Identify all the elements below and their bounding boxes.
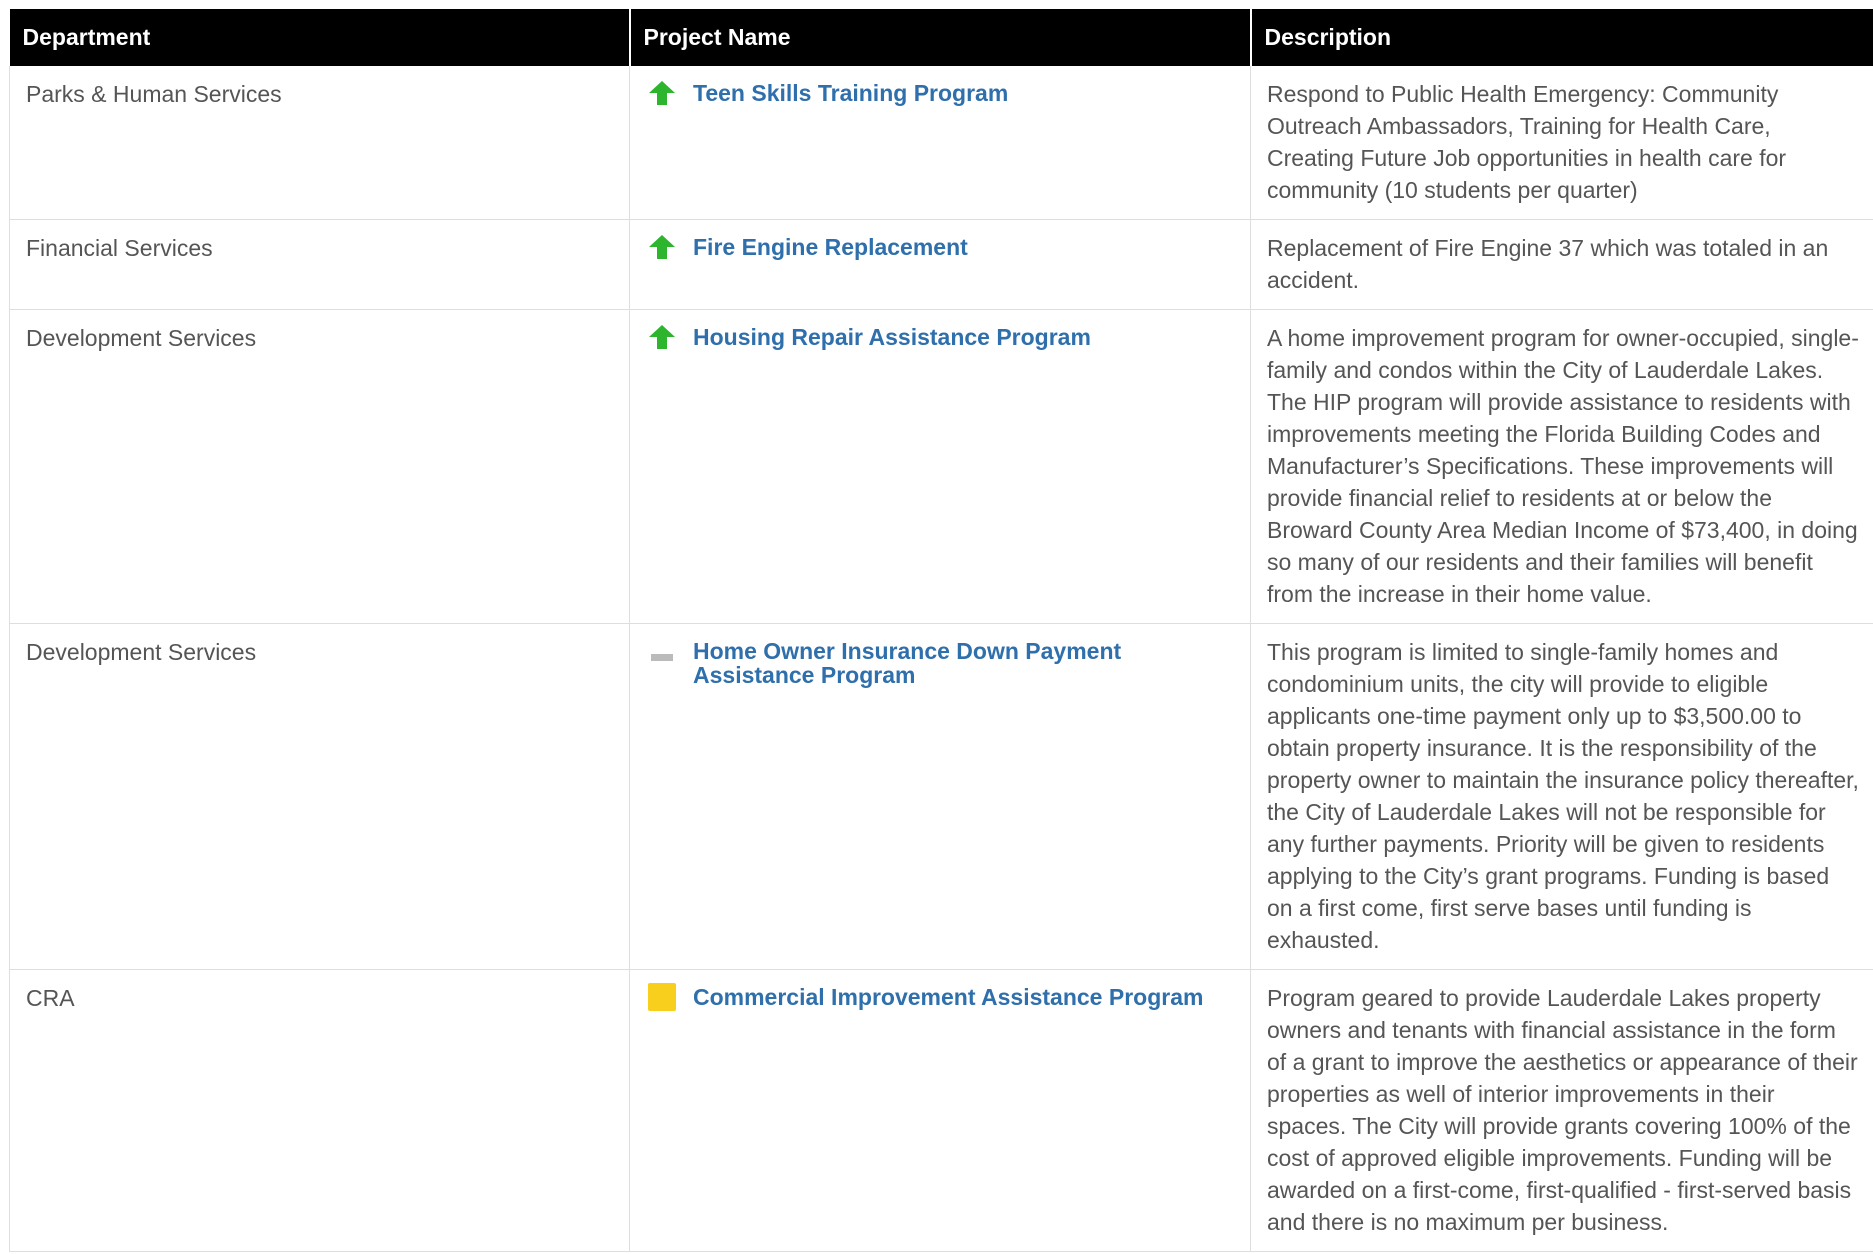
table-row: Parks & Human Services Teen Skills Train… (9, 66, 1873, 220)
square-icon (648, 983, 676, 1011)
description-cell: This program is limited to single-family… (1250, 623, 1873, 970)
project-cell: Fire Engine Replacement (629, 219, 1251, 310)
table-row: Development Services Home Owner Insuranc… (9, 623, 1873, 970)
description-cell: Program geared to provide Lauderdale Lak… (1250, 969, 1873, 1252)
header-row: Department Project Name Description (9, 9, 1873, 66)
table-row: Development Services Housing Repair Assi… (9, 309, 1873, 624)
department-cell: Parks & Human Services (9, 66, 630, 220)
project-cell: Housing Repair Assistance Program (629, 309, 1251, 624)
projects-table: Department Project Name Description Park… (9, 9, 1873, 1252)
description-cell: Replacement of Fire Engine 37 which was … (1250, 219, 1873, 310)
arrow-up-icon (648, 323, 676, 351)
project-link[interactable]: Fire Engine Replacement (693, 233, 968, 259)
description-cell: A home improvement program for owner-occ… (1250, 309, 1873, 624)
project-cell: Teen Skills Training Program (629, 66, 1251, 220)
table-body: Parks & Human Services Teen Skills Train… (9, 66, 1873, 1252)
department-cell: Development Services (9, 309, 630, 624)
arrow-up-icon (648, 233, 676, 261)
project-link[interactable]: Teen Skills Training Program (693, 79, 1008, 105)
table-header: Department Project Name Description (9, 9, 1873, 66)
arrow-up-icon (648, 79, 676, 107)
table-row: CRA Commercial Improvement Assistance Pr… (9, 969, 1873, 1252)
table-row: Financial Services Fire Engine Replaceme… (9, 219, 1873, 310)
project-link[interactable]: Home Owner Insurance Down Payment Assist… (693, 637, 1234, 687)
dash-icon (648, 637, 676, 665)
description-cell: Respond to Public Health Emergency: Comm… (1250, 66, 1873, 220)
header-description[interactable]: Description (1250, 9, 1873, 66)
projects-table-container: Department Project Name Description Park… (9, 9, 1873, 1252)
header-department[interactable]: Department (9, 9, 631, 66)
department-cell: CRA (9, 969, 630, 1252)
project-link[interactable]: Commercial Improvement Assistance Progra… (693, 983, 1203, 1009)
project-link[interactable]: Housing Repair Assistance Program (693, 323, 1091, 349)
project-cell: Commercial Improvement Assistance Progra… (629, 969, 1251, 1252)
department-cell: Financial Services (9, 219, 630, 310)
department-cell: Development Services (9, 623, 630, 970)
header-project-name[interactable]: Project Name (629, 9, 1252, 66)
project-cell: Home Owner Insurance Down Payment Assist… (629, 623, 1251, 970)
